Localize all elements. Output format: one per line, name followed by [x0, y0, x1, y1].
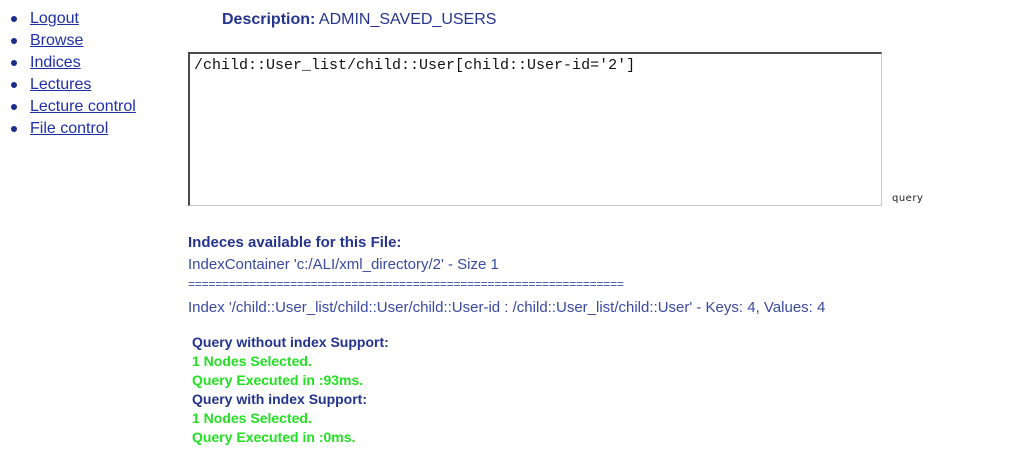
browse-link[interactable]: Browse — [30, 32, 83, 49]
index-container-info: IndexContainer 'c:/ALI/xml_directory/2' … — [188, 256, 499, 273]
with-index-nodes: 1 Nodes Selected. — [192, 410, 312, 426]
with-index-heading: Query with index Support: — [192, 391, 368, 407]
bullet-icon — [11, 16, 17, 22]
indices-link[interactable]: Indices — [30, 54, 81, 71]
file-control-link[interactable]: File control — [30, 120, 108, 137]
bullet-icon — [11, 126, 17, 132]
navigation-menu: Logout Browse Indices Lectures Lecture c… — [8, 8, 136, 140]
bullet-icon — [11, 82, 17, 88]
separator-line: ========================================… — [188, 277, 624, 291]
without-index-time: Query Executed in :93ms. — [192, 372, 364, 388]
bullet-icon — [11, 104, 17, 110]
bullet-icon — [11, 60, 17, 66]
nav-item-lecture-control: Lecture control — [8, 96, 136, 118]
lectures-link[interactable]: Lectures — [30, 76, 91, 93]
without-index-heading: Query without index Support: — [192, 334, 389, 350]
query-input[interactable]: /child::User_list/child::User[child::Use… — [188, 52, 882, 206]
description-label: Description: — [222, 11, 316, 28]
query-button[interactable]: query — [892, 193, 923, 204]
description-value: ADMIN_SAVED_USERS — [318, 11, 497, 28]
index-info-line: Index '/child::User_list/child::User/chi… — [188, 299, 826, 316]
nav-item-lectures: Lectures — [8, 74, 136, 96]
nav-item-file-control: File control — [8, 118, 136, 140]
bullet-icon — [11, 38, 17, 44]
nav-item-logout: Logout — [8, 8, 136, 30]
logout-link[interactable]: Logout — [30, 10, 79, 27]
lecture-control-link[interactable]: Lecture control — [30, 98, 136, 115]
with-index-time: Query Executed in :0ms. — [192, 429, 356, 445]
description-header: Description: ADMIN_SAVED_USERS — [222, 10, 496, 30]
indices-heading: Indeces available for this File: — [188, 234, 402, 251]
nav-item-indices: Indices — [8, 52, 136, 74]
without-index-nodes: 1 Nodes Selected. — [192, 353, 312, 369]
nav-item-browse: Browse — [8, 30, 136, 52]
query-results: Query without index Support: 1 Nodes Sel… — [192, 333, 389, 447]
